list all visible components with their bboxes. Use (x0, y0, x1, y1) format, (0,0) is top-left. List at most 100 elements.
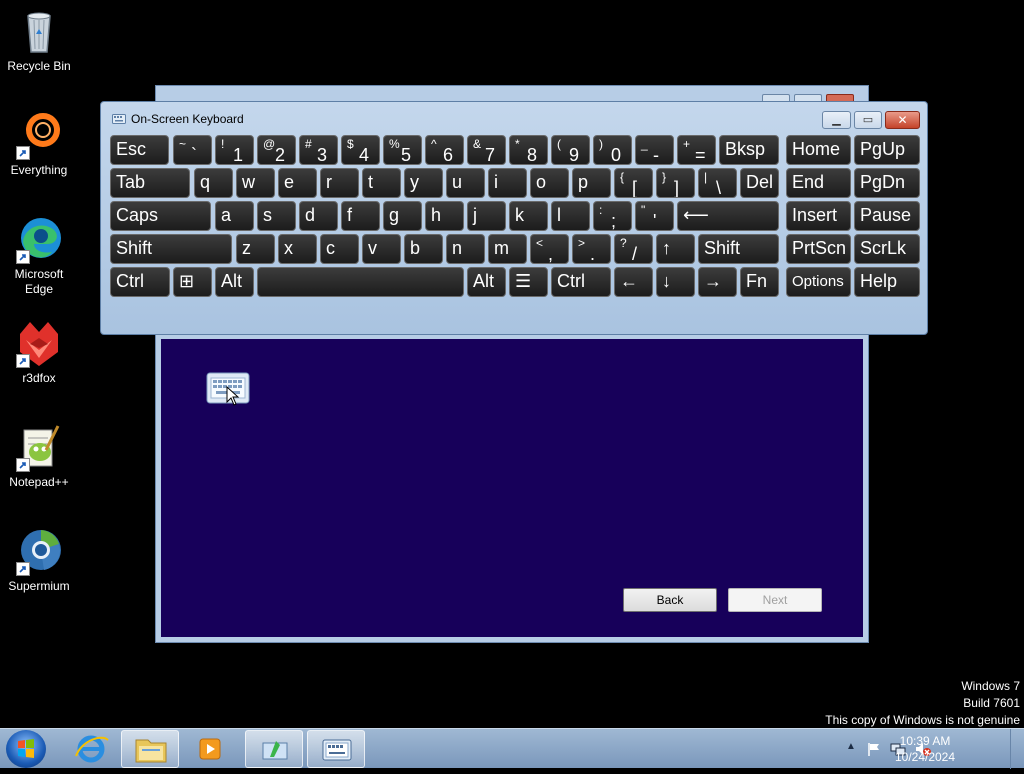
desktop-icon-recycle-bin[interactable]: Recycle Bin (0, 6, 78, 74)
key-y[interactable]: y (404, 168, 443, 198)
key-l[interactable]: l (551, 201, 590, 231)
key-r3k11[interactable]: ↑ (656, 234, 695, 264)
key-u[interactable]: u (446, 168, 485, 198)
key-a[interactable]: a (215, 201, 254, 231)
key-4[interactable]: $4 (341, 135, 380, 165)
key-r3k10[interactable]: ? / (614, 234, 653, 264)
desktop-icon-notepadpp[interactable]: Notepad++ (0, 422, 78, 490)
key-r0k12[interactable]: _ - (635, 135, 674, 165)
taskbar-setup[interactable] (245, 730, 303, 768)
key-label: f (347, 205, 353, 225)
next-button[interactable]: Next (728, 588, 822, 612)
key-c[interactable]: c (320, 234, 359, 264)
key-bksp[interactable]: Bksp (719, 135, 779, 165)
key-8[interactable]: * 8 (509, 135, 548, 165)
key-0[interactable]: ) 0 (593, 135, 632, 165)
key-r4k1[interactable]: ⊞ (173, 267, 212, 297)
key-q[interactable]: q (194, 168, 233, 198)
desktop-icon-microsoft-edge[interactable]: Microsoft Edge (0, 214, 78, 297)
key-fn[interactable]: Fn (740, 267, 779, 297)
key-d[interactable]: d (299, 201, 338, 231)
key-r0k1[interactable]: ~ ` (173, 135, 212, 165)
key-r1k11[interactable]: {[ (614, 168, 653, 198)
key-shift[interactable]: Shift (110, 234, 232, 264)
key-r4k7[interactable]: ← (614, 267, 653, 297)
key-b[interactable]: b (404, 234, 443, 264)
key-pgup[interactable]: PgUp (854, 135, 920, 165)
key-scrlk[interactable]: ScrLk (854, 234, 920, 264)
key-t[interactable]: t (362, 168, 401, 198)
key-e[interactable]: e (278, 168, 317, 198)
key-r3k8[interactable]: <, (530, 234, 569, 264)
key-shift[interactable]: Shift (698, 234, 779, 264)
close-button[interactable]: ✕ (885, 111, 920, 129)
key-ctrl[interactable]: Ctrl (110, 267, 170, 297)
key-r3k9[interactable]: >. (572, 234, 611, 264)
key-r2k10[interactable]: :; (593, 201, 632, 231)
key-x[interactable]: x (278, 234, 317, 264)
maximize-button[interactable]: ▭ (854, 111, 882, 129)
key-r4k5[interactable]: ☰ (509, 267, 548, 297)
key-del[interactable]: Del (740, 168, 779, 198)
taskbar-file-explorer[interactable] (121, 730, 179, 768)
desktop-icon-r3dfox[interactable]: r3dfox (0, 318, 78, 386)
key-z[interactable]: z (236, 234, 275, 264)
key-options[interactable]: Options (786, 267, 851, 297)
back-button[interactable]: Back (623, 588, 717, 612)
key-r4k9[interactable]: → (698, 267, 737, 297)
key-9[interactable]: (9 (551, 135, 590, 165)
taskbar-media-player[interactable] (181, 730, 239, 768)
show-desktop-button[interactable] (1010, 729, 1024, 769)
key-f[interactable]: f (341, 201, 380, 231)
key-space[interactable] (257, 267, 464, 297)
key-1[interactable]: ! 1 (215, 135, 254, 165)
osk-title-bar[interactable]: On-Screen Keyboard ▁ ▭ ✕ (101, 102, 927, 132)
key-7[interactable]: & 7 (467, 135, 506, 165)
clock[interactable]: 10:39 AM 10/24/2024 (880, 733, 970, 765)
key-home[interactable]: Home (786, 135, 851, 165)
key-i[interactable]: i (488, 168, 527, 198)
taskbar-internet-explorer[interactable] (62, 730, 120, 768)
key-r4k8[interactable]: ↓ (656, 267, 695, 297)
key-esc[interactable]: Esc (110, 135, 169, 165)
key-pgdn[interactable]: PgDn (854, 168, 920, 198)
key-2[interactable]: @2 (257, 135, 296, 165)
keyboard-icon[interactable] (206, 372, 250, 406)
show-hidden-icons-icon[interactable]: ▲ (846, 741, 856, 752)
key-n[interactable]: n (446, 234, 485, 264)
taskbar-on-screen-keyboard[interactable] (307, 730, 365, 768)
key-r2k12[interactable]: ⟵ (677, 201, 779, 231)
key-v[interactable]: v (362, 234, 401, 264)
key-h[interactable]: h (425, 201, 464, 231)
key-p[interactable]: p (572, 168, 611, 198)
key-caps[interactable]: Caps (110, 201, 211, 231)
key-r1k12[interactable]: }] (656, 168, 695, 198)
key-alt[interactable]: Alt (467, 267, 506, 297)
desktop-icon-supermium[interactable]: Supermium (0, 526, 78, 594)
key-r0k13[interactable]: + = (677, 135, 716, 165)
key-w[interactable]: w (236, 168, 275, 198)
key-o[interactable]: o (530, 168, 569, 198)
key-3[interactable]: #3 (299, 135, 338, 165)
key-m[interactable]: m (488, 234, 527, 264)
start-button[interactable] (6, 730, 46, 768)
key-g[interactable]: g (383, 201, 422, 231)
minimize-button[interactable]: ▁ (822, 111, 851, 129)
key-alt[interactable]: Alt (215, 267, 254, 297)
key-help[interactable]: Help (854, 267, 920, 297)
key-r2k11[interactable]: " ' (635, 201, 674, 231)
key-prtscn[interactable]: PrtScn (786, 234, 851, 264)
key-6[interactable]: ^ 6 (425, 135, 464, 165)
key-5[interactable]: % 5 (383, 135, 422, 165)
key-pause[interactable]: Pause (854, 201, 920, 231)
desktop-icon-everything[interactable]: Everything (0, 110, 78, 178)
key-tab[interactable]: Tab (110, 168, 190, 198)
key-j[interactable]: j (467, 201, 506, 231)
key-insert[interactable]: Insert (786, 201, 851, 231)
key-r1k13[interactable]: | \ (698, 168, 737, 198)
key-end[interactable]: End (786, 168, 851, 198)
key-s[interactable]: s (257, 201, 296, 231)
key-k[interactable]: k (509, 201, 548, 231)
key-r[interactable]: r (320, 168, 359, 198)
key-ctrl[interactable]: Ctrl (551, 267, 611, 297)
